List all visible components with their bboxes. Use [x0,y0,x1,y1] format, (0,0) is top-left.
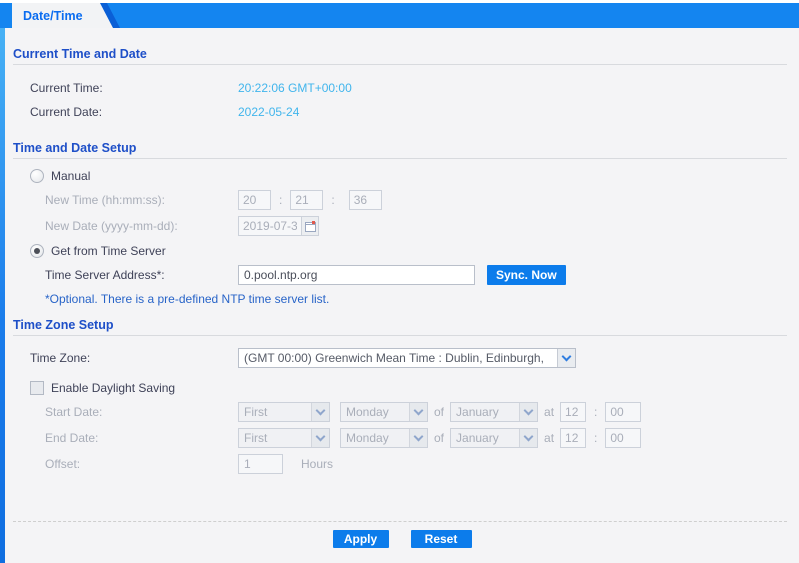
new-date-input [238,216,302,236]
get-from-time-server-row: Get from Time Server [30,240,799,262]
new-time-minute-input [290,190,323,210]
start-date-ordinal-select: First [238,402,330,422]
time-zone-label: Time Zone: [30,351,238,365]
chevron-down-icon [316,432,326,442]
time-server-address-row: Time Server Address*: Sync. Now [45,262,799,288]
manual-radio[interactable] [30,169,44,183]
enable-daylight-saving-checkbox[interactable] [30,381,44,395]
ntp-note-row: *Optional. There is a pre-defined NTP ti… [45,288,799,310]
end-date-day-select: Monday [340,428,428,448]
start-date-minute-input [605,402,641,422]
select-arrow-box [311,429,329,447]
section-title-time-zone-setup: Time Zone Setup [13,310,787,332]
start-date-day-value: Monday [341,405,409,419]
chevron-down-icon [414,406,424,416]
start-date-ordinal-value: First [239,405,311,419]
end-date-ordinal-select: First [238,428,330,448]
new-date-row: New Date (yyyy-mm-dd): [45,213,799,239]
start-date-day-select: Monday [340,402,428,422]
tab-label: Date/Time [12,9,83,23]
at-label: at [544,431,554,445]
offset-label: Offset: [45,457,238,471]
datetime-settings-page: Date/Time Current Time and Date Current … [0,0,799,563]
start-date-label: Start Date: [45,405,238,419]
reset-button[interactable]: Reset [411,530,472,548]
of-label: of [434,405,444,419]
section-divider [13,335,787,336]
section-divider [13,158,787,159]
daylight-saving-row: Enable Daylight Saving [30,377,799,399]
get-from-time-server-radio[interactable] [30,244,44,258]
ntp-optional-note: *Optional. There is a pre-defined NTP ti… [45,292,329,306]
offset-input [238,454,283,474]
start-date-hour-input [560,402,586,422]
time-server-address-label: Time Server Address*: [45,268,238,282]
new-time-label: New Time (hh:mm:ss): [45,193,238,207]
end-date-minute-input [605,428,641,448]
chevron-down-icon [414,432,424,442]
new-time-hour-input [238,190,271,210]
time-colon: : [594,431,597,445]
get-from-time-server-label: Get from Time Server [51,244,166,258]
start-date-month-select: January [450,402,538,422]
offset-row: Offset: Hours [45,451,799,477]
time-zone-row: Time Zone: (GMT 00:00) Greenwich Mean Ti… [30,345,799,371]
new-time-row: New Time (hh:mm:ss): : : [45,187,799,213]
current-time-row: Current Time: 20:22:06 GMT+00:00 [30,76,799,100]
time-zone-selected-value: (GMT 00:00) Greenwich Mean Time : Dublin… [239,351,557,365]
manual-row: Manual [30,165,799,187]
start-date-month-value: January [451,405,519,419]
current-time-label: Current Time: [30,81,238,95]
chevron-down-icon [562,352,572,362]
current-date-value: 2022-05-24 [238,105,299,119]
end-date-month-value: January [451,431,519,445]
chevron-down-icon [524,406,534,416]
time-zone-select[interactable]: (GMT 00:00) Greenwich Mean Time : Dublin… [238,348,576,368]
select-arrow-box [519,429,537,447]
select-arrow-box [409,429,427,447]
chevron-down-icon [524,432,534,442]
calendar-button [302,216,319,236]
manual-label: Manual [51,169,90,183]
time-colon: : [331,193,334,207]
time-colon: : [594,405,597,419]
current-date-label: Current Date: [30,105,238,119]
settings-content: Current Time and Date Current Time: 20:2… [5,28,799,563]
end-date-ordinal-value: First [239,431,311,445]
current-date-row: Current Date: 2022-05-24 [30,100,799,124]
start-date-row: Start Date: First Monday of January at : [45,399,799,425]
footer-actions: Apply Reset [5,530,799,548]
section-title-time-and-date-setup: Time and Date Setup [13,124,787,155]
end-date-day-value: Monday [341,431,409,445]
select-arrow-box [557,349,575,367]
end-date-hour-input [560,428,586,448]
select-arrow-box [311,403,329,421]
offset-unit-label: Hours [301,457,333,471]
at-label: at [544,405,554,419]
select-arrow-box [519,403,537,421]
new-date-label: New Date (yyyy-mm-dd): [45,219,238,233]
section-divider [13,64,787,65]
tab-datetime[interactable]: Date/Time [12,3,120,28]
current-time-value: 20:22:06 GMT+00:00 [238,81,352,95]
enable-daylight-saving-label: Enable Daylight Saving [51,381,175,395]
calendar-icon [305,221,316,232]
time-colon: : [279,193,282,207]
apply-button[interactable]: Apply [333,530,389,548]
end-date-label: End Date: [45,431,238,445]
tab-face: Date/Time [12,3,113,28]
time-server-address-input[interactable] [238,265,475,285]
sync-now-button[interactable]: Sync. Now [487,265,566,285]
new-time-second-input [349,190,382,210]
section-title-current-time-and-date: Current Time and Date [13,28,787,61]
chevron-down-icon [316,406,326,416]
tab-bar: Date/Time [0,3,799,28]
of-label: of [434,431,444,445]
select-arrow-box [409,403,427,421]
end-date-month-select: January [450,428,538,448]
footer-divider [13,521,787,522]
end-date-row: End Date: First Monday of January at : [45,425,799,451]
